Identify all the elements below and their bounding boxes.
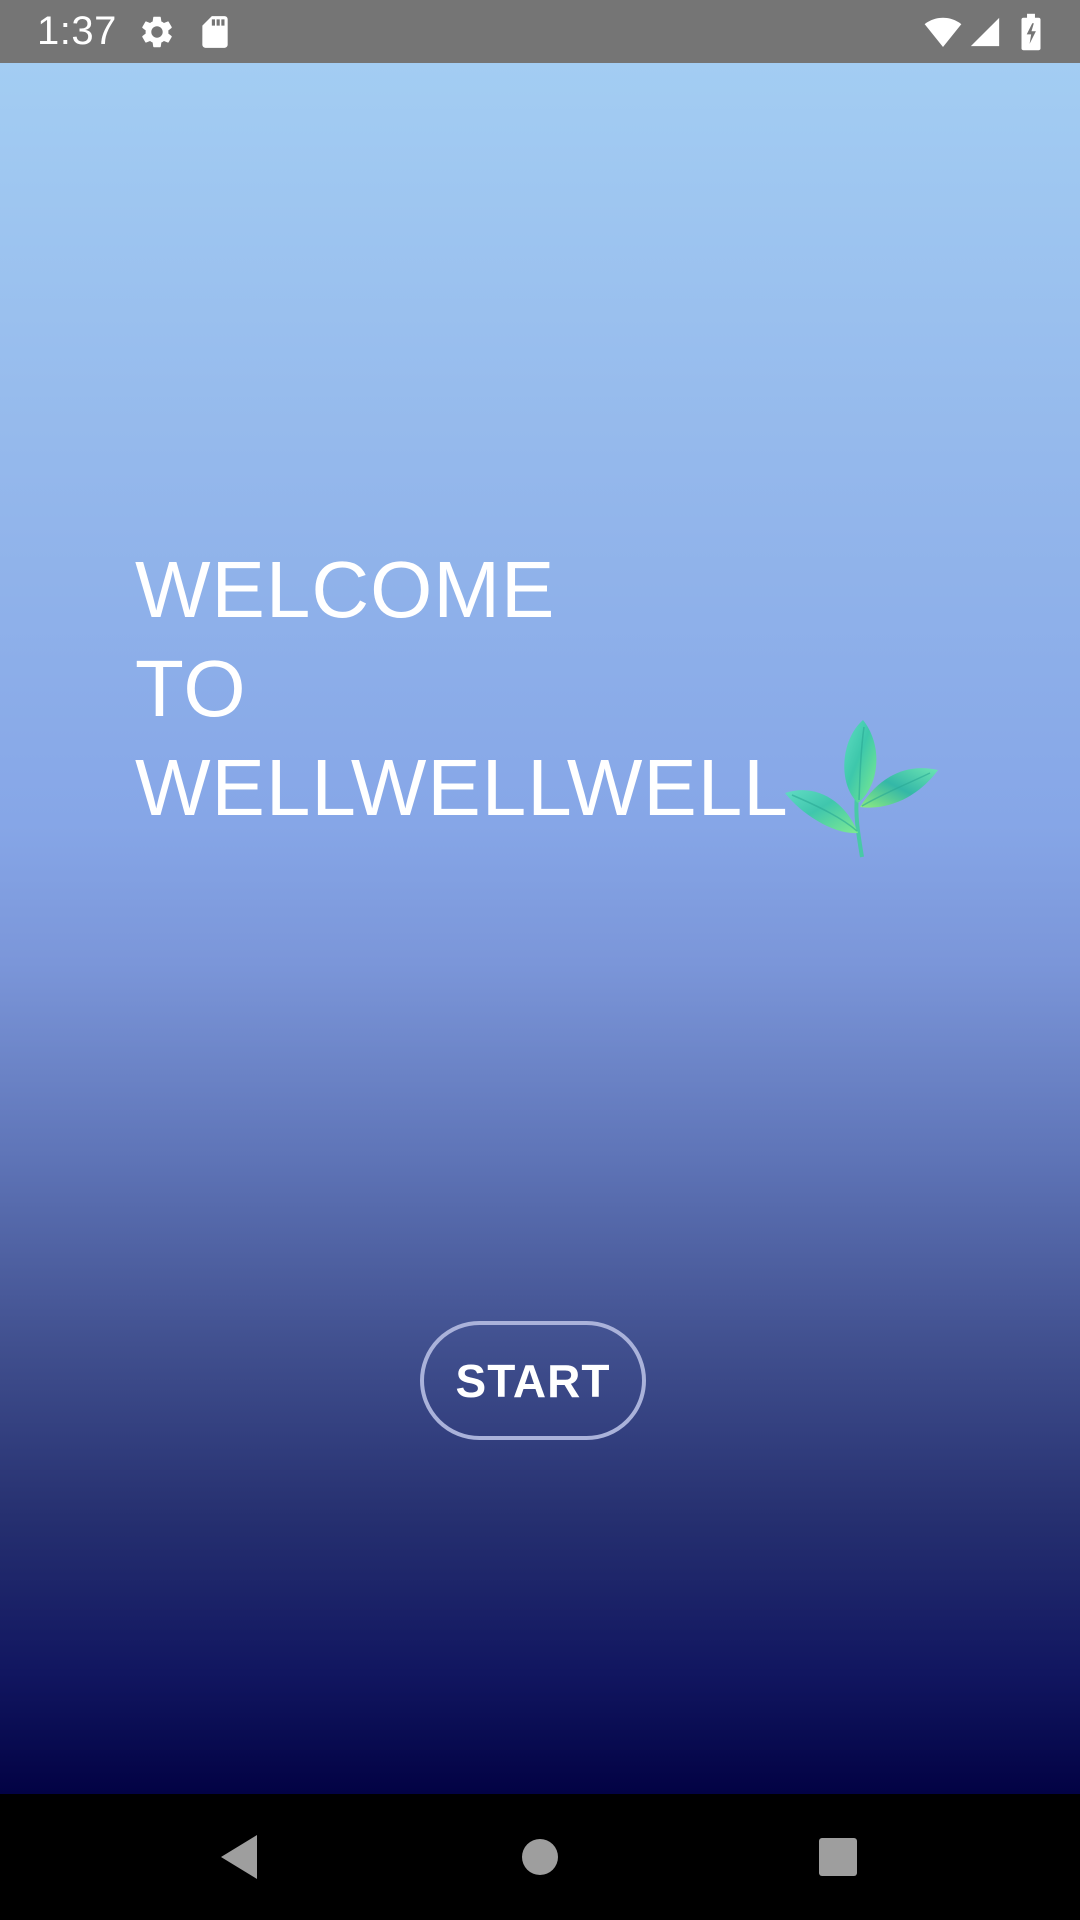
start-button[interactable]: START bbox=[420, 1321, 646, 1440]
welcome-line-3: WELLWELLWELL bbox=[135, 743, 789, 832]
status-time: 1:37 bbox=[37, 9, 117, 53]
recents-square-icon bbox=[819, 1838, 857, 1876]
recents-button[interactable] bbox=[803, 1822, 873, 1892]
back-button[interactable] bbox=[204, 1822, 274, 1892]
sd-card-icon bbox=[202, 16, 228, 48]
home-button[interactable] bbox=[505, 1822, 575, 1892]
status-bar: 1:37 bbox=[0, 0, 1080, 63]
back-triangle-icon bbox=[221, 1835, 257, 1879]
home-circle-icon bbox=[522, 1839, 558, 1875]
app-screen: 1:37 WELCOME TO WELLWELLWELL START bbox=[0, 0, 1080, 1920]
welcome-screen: WELCOME TO WELLWELLWELL bbox=[0, 63, 1080, 1794]
settings-gear-icon bbox=[142, 16, 172, 48]
cell-signal-icon bbox=[970, 17, 1000, 47]
wifi-icon bbox=[924, 17, 962, 48]
navigation-bar bbox=[0, 1794, 1080, 1920]
welcome-heading: WELCOME TO WELLWELLWELL bbox=[135, 540, 789, 837]
leaf-icon bbox=[785, 720, 938, 858]
welcome-line-2: TO bbox=[135, 644, 247, 733]
battery-charging-icon bbox=[1021, 13, 1041, 51]
welcome-line-1: WELCOME bbox=[135, 545, 556, 634]
